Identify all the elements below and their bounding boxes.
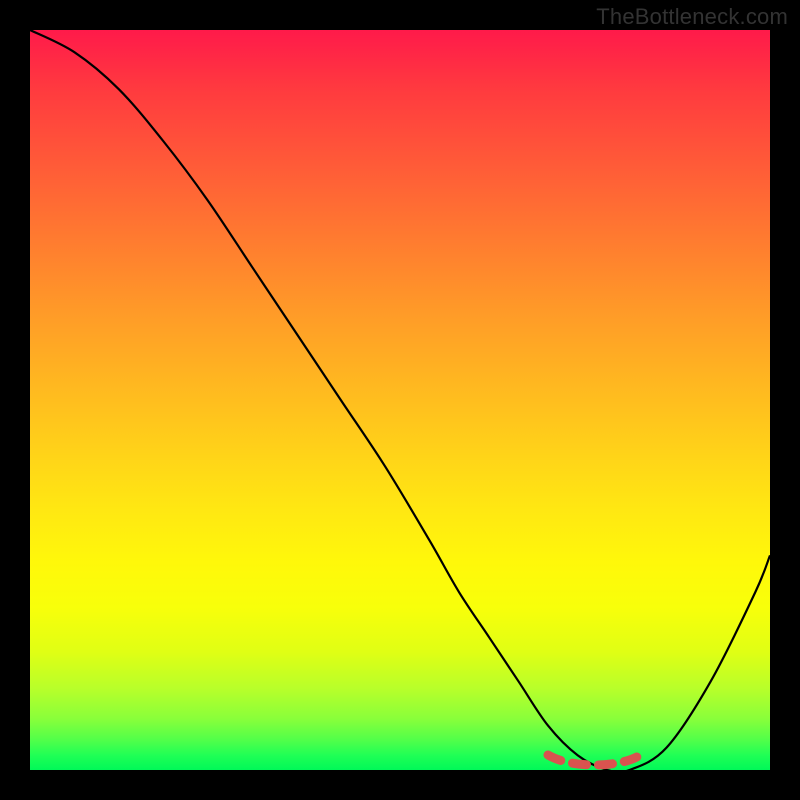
- bottleneck-curve: [30, 30, 770, 772]
- chart-plot-area: [30, 30, 770, 770]
- watermark-text: TheBottleneck.com: [596, 4, 788, 30]
- bottleneck-curve-svg: [30, 30, 770, 770]
